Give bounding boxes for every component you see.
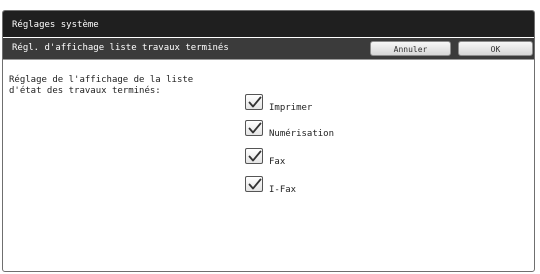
option-scan[interactable]: Numérisation xyxy=(245,120,385,140)
option-print[interactable]: Imprimer xyxy=(245,94,385,114)
checkbox-ifax[interactable] xyxy=(245,176,263,192)
ok-button[interactable]: OK xyxy=(458,41,533,56)
completed-jobs-list-label: Réglage de l'affichage de la liste d'éta… xyxy=(9,75,194,96)
option-label-scan: Numérisation xyxy=(269,129,335,139)
check-icon xyxy=(248,122,262,134)
settings-content: Réglage de l'affichage de la liste d'éta… xyxy=(3,61,534,271)
option-label-ifax: I-Fax xyxy=(269,185,297,195)
title-bar: Réglages système xyxy=(3,11,534,37)
option-ifax[interactable]: I-Fax xyxy=(245,176,385,196)
option-label-print: Imprimer xyxy=(269,103,313,113)
option-fax[interactable]: Fax xyxy=(245,148,385,168)
checkbox-print[interactable] xyxy=(245,94,263,110)
system-settings-screen: Réglages système Régl. d'affichage liste… xyxy=(0,0,540,274)
cancel-button[interactable]: Annuler xyxy=(370,41,451,56)
check-icon xyxy=(248,96,262,108)
checkbox-scan[interactable] xyxy=(245,120,263,136)
section-title: Régl. d'affichage liste travaux terminés xyxy=(12,43,229,53)
check-icon xyxy=(248,178,262,190)
option-label-fax: Fax xyxy=(269,157,286,167)
window-title: Réglages système xyxy=(12,20,99,30)
section-header: Régl. d'affichage liste travaux terminés… xyxy=(3,38,534,60)
settings-panel: Réglages système Régl. d'affichage liste… xyxy=(2,10,535,272)
check-icon xyxy=(248,150,262,162)
checkbox-fax[interactable] xyxy=(245,148,263,164)
